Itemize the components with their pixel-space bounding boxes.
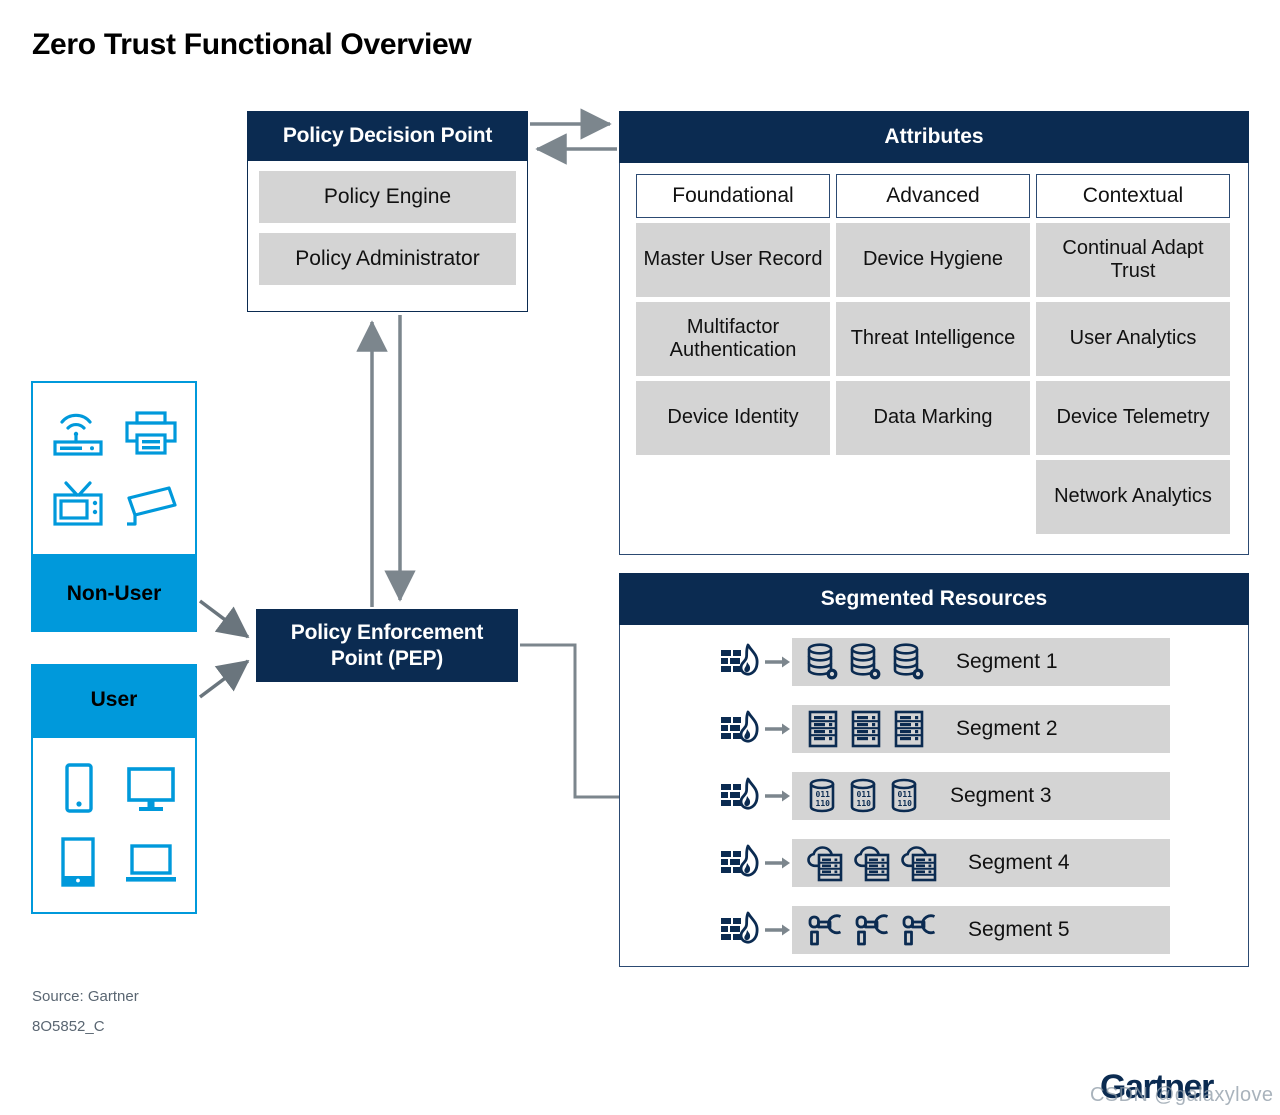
cloud-server-icon (806, 843, 844, 883)
segment-row[interactable]: Segment 4 (620, 836, 1248, 890)
segment-card[interactable]: Segment 1 (792, 638, 1170, 686)
attributes-header: Attributes (619, 111, 1249, 163)
attribute-item[interactable]: Master User Record (636, 223, 830, 297)
policy-engine-item[interactable]: Policy Engine (259, 171, 516, 223)
segmented-resources-header: Segmented Resources (619, 573, 1249, 625)
ot-robotic-arm-icon (853, 910, 891, 950)
segment-row[interactable]: Segment 1 (620, 635, 1248, 689)
user-device-panel (31, 736, 197, 914)
server-rack-icon (806, 709, 840, 749)
policy-decision-point-header: Policy Decision Point (247, 111, 528, 161)
policy-administrator-item[interactable]: Policy Administrator (259, 233, 516, 285)
svg-text:110: 110 (898, 799, 913, 808)
arrow-right-icon (764, 923, 792, 937)
svg-text:011: 011 (816, 790, 831, 799)
arrow-right-icon (764, 722, 792, 736)
segment-row[interactable]: 011 110 011 110 011 110 Segment 3 (620, 769, 1248, 823)
document-id: 8O5852_C (32, 1018, 105, 1035)
arrow-right-icon (764, 655, 792, 669)
non-user-label: Non-User (31, 556, 197, 632)
cloud-server-icon (900, 843, 938, 883)
security-camera-icon (123, 480, 179, 528)
server-rack-icon (892, 709, 926, 749)
attribute-item[interactable]: Device Telemetry (1036, 381, 1230, 455)
segmented-resources-panel: Segmented Resources Segment 1 Segment 2 … (619, 573, 1249, 967)
firewall-icon (718, 709, 764, 749)
data-cylinder-icon: 011 110 (806, 776, 838, 816)
pep-label-line2: Point (PEP) (330, 646, 444, 670)
segment-row[interactable]: Segment 5 (620, 903, 1248, 957)
database-gear-icon (849, 642, 883, 682)
laptop-icon (123, 834, 179, 890)
database-gear-icon (806, 642, 840, 682)
firewall-icon (718, 843, 764, 883)
attributes-category-advanced: Advanced (836, 174, 1030, 218)
server-rack-icon (849, 709, 883, 749)
television-icon (50, 480, 106, 528)
watermark-text: CSDN @galaxylove (1090, 1084, 1274, 1106)
data-cylinder-icon: 011 110 (847, 776, 879, 816)
database-gear-icon (892, 642, 926, 682)
attribute-item[interactable]: Threat Intelligence (836, 302, 1030, 376)
svg-text:110: 110 (816, 799, 831, 808)
svg-text:011: 011 (857, 790, 872, 799)
attributes-panel: Attributes Foundational Master User Reco… (619, 111, 1249, 555)
pep-label-line1: Policy Enforcement (290, 620, 484, 644)
attributes-category-contextual: Contextual (1036, 174, 1230, 218)
arrow-right-icon (764, 789, 792, 803)
user-label: User (31, 664, 197, 736)
smartphone-icon (53, 761, 103, 817)
wifi-router-icon (50, 409, 106, 457)
attributes-column-advanced: Advanced Device Hygiene Threat Intellige… (836, 174, 1030, 534)
attribute-item[interactable]: Multifactor Authentication (636, 302, 830, 376)
attributes-column-foundational: Foundational Master User Record Multifac… (636, 174, 830, 534)
desktop-monitor-icon (123, 761, 179, 817)
attribute-item[interactable]: User Analytics (1036, 302, 1230, 376)
cloud-server-icon (853, 843, 891, 883)
attribute-item[interactable]: Device Hygiene (836, 223, 1030, 297)
segment-label: Segment 2 (956, 717, 1058, 740)
attribute-item[interactable]: Device Identity (636, 381, 830, 455)
attribute-item[interactable]: Continual Adapt Trust (1036, 223, 1230, 297)
attributes-body: Foundational Master User Record Multifac… (619, 163, 1249, 555)
firewall-icon (718, 642, 764, 682)
attributes-column-contextual: Contextual Continual Adapt Trust User An… (1036, 174, 1230, 534)
ot-robotic-arm-icon (900, 910, 938, 950)
non-user-device-panel (31, 381, 197, 556)
attribute-item[interactable]: Data Marking (836, 381, 1030, 455)
segment-card[interactable]: Segment 2 (792, 705, 1170, 753)
page-title: Zero Trust Functional Overview (32, 28, 472, 61)
attributes-category-foundational: Foundational (636, 174, 830, 218)
policy-decision-point-body: Policy Engine Policy Administrator (247, 161, 528, 312)
svg-text:110: 110 (857, 799, 872, 808)
data-cylinder-icon: 011 110 (888, 776, 920, 816)
segment-card[interactable]: Segment 5 (792, 906, 1170, 954)
segment-label: Segment 5 (968, 918, 1070, 941)
segment-card[interactable]: 011 110 011 110 011 110 Segment 3 (792, 772, 1170, 820)
firewall-icon (718, 910, 764, 950)
source-attribution: Source: Gartner (32, 988, 139, 1005)
segment-label: Segment 4 (968, 851, 1070, 874)
tablet-icon (53, 834, 103, 890)
segmented-resources-body: Segment 1 Segment 2 011 110 011 110 011 … (619, 625, 1249, 967)
printer-icon (123, 409, 179, 457)
policy-decision-point-panel: Policy Decision Point Policy Engine Poli… (247, 111, 528, 312)
firewall-icon (718, 776, 764, 816)
segment-row[interactable]: Segment 2 (620, 702, 1248, 756)
svg-text:011: 011 (898, 790, 913, 799)
arrow-right-icon (764, 856, 792, 870)
attribute-item[interactable]: Network Analytics (1036, 460, 1230, 534)
segment-label: Segment 3 (950, 784, 1052, 807)
ot-robotic-arm-icon (806, 910, 844, 950)
policy-enforcement-point-box[interactable]: Policy Enforcement Point (PEP) (256, 609, 518, 682)
segment-label: Segment 1 (956, 650, 1058, 673)
segment-card[interactable]: Segment 4 (792, 839, 1170, 887)
